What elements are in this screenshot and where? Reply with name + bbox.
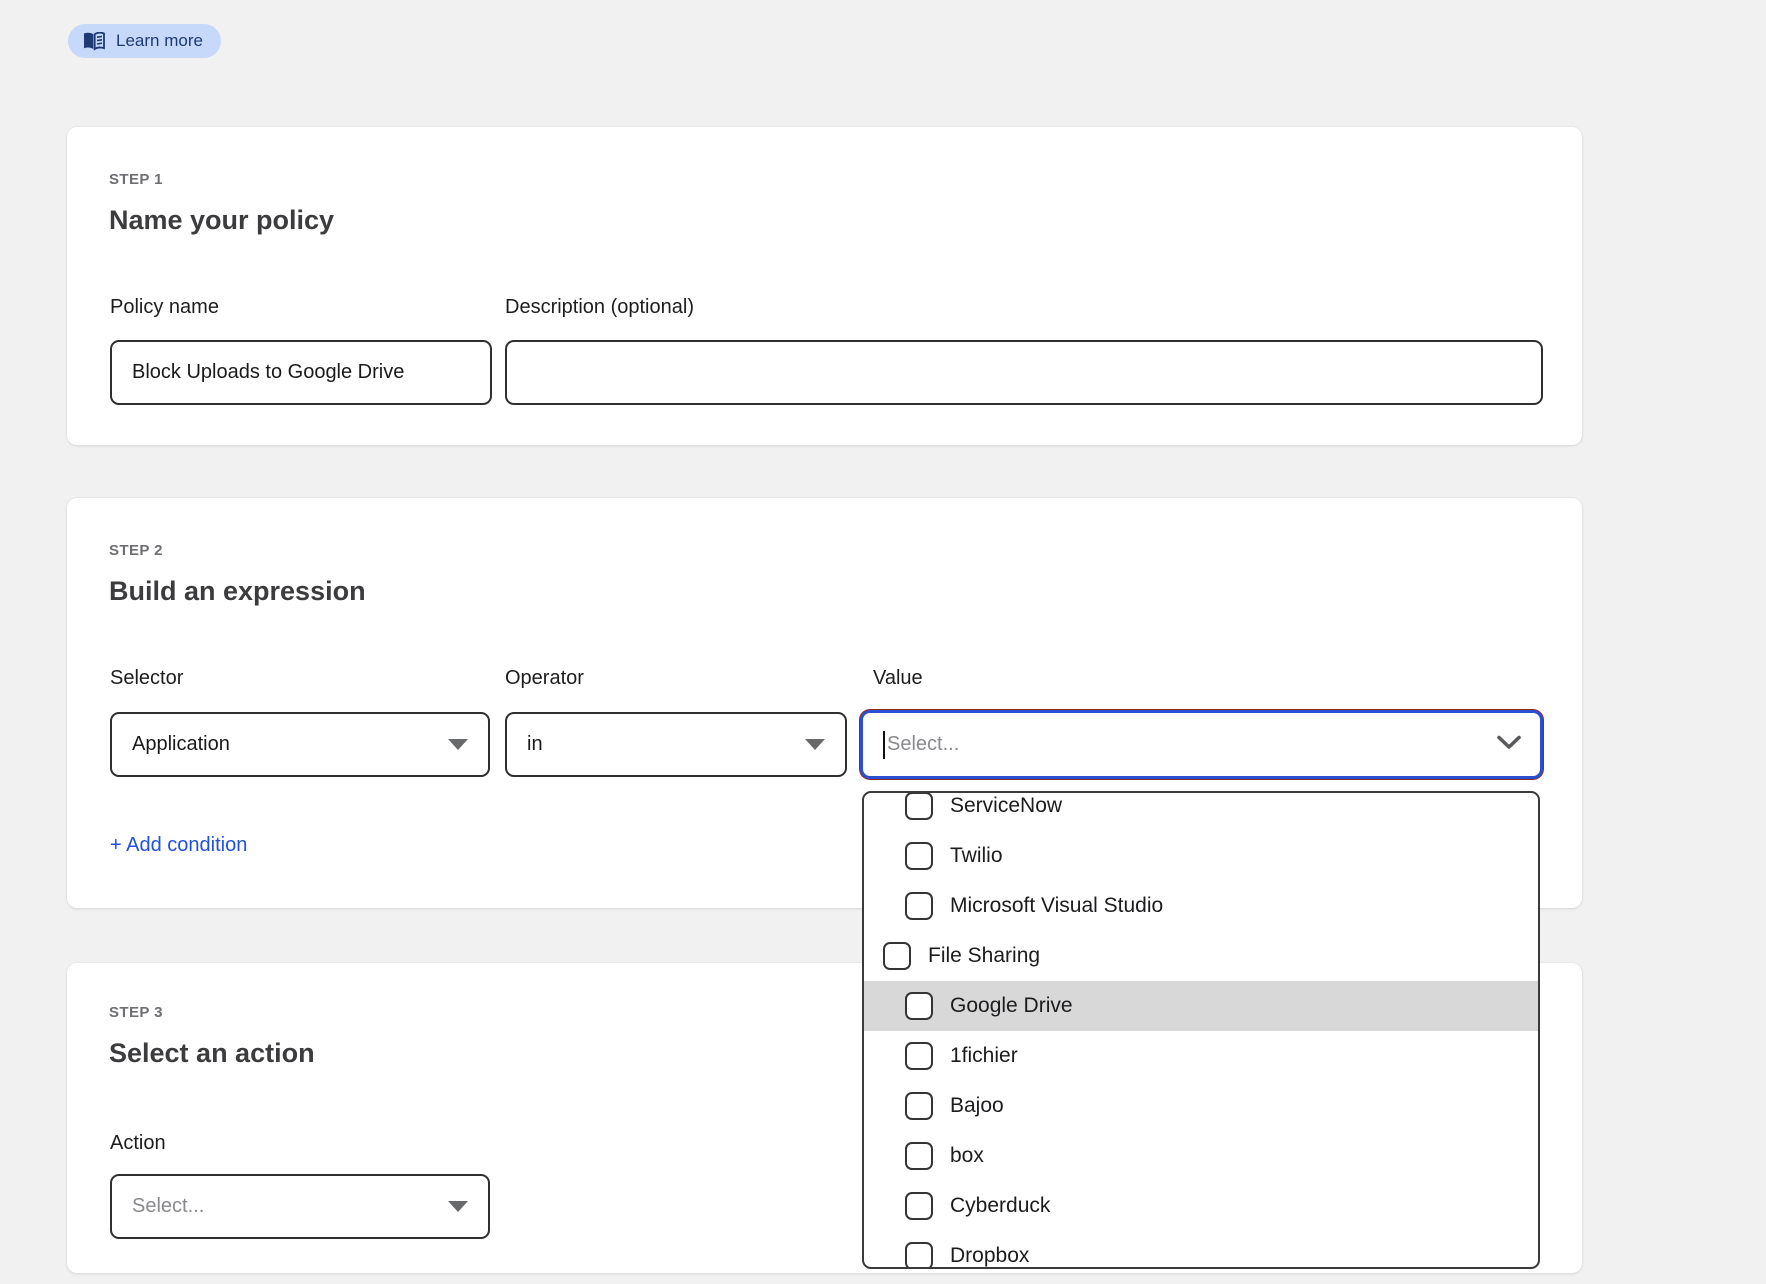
option-label: Microsoft Visual Studio bbox=[950, 894, 1163, 918]
checkbox[interactable] bbox=[905, 1242, 933, 1269]
dropdown-option-google-drive[interactable]: Google Drive bbox=[864, 981, 1538, 1031]
value-dropdown-panel: ServiceNow Twilio Microsoft Visual Studio F… bbox=[862, 791, 1540, 1269]
dropdown-option-1fichier[interactable]: 1fichier bbox=[864, 1031, 1538, 1081]
option-label: File Sharing bbox=[928, 944, 1040, 968]
policy-name-input[interactable] bbox=[132, 361, 470, 384]
dropdown-option-dropbox[interactable]: Dropbox bbox=[864, 1231, 1538, 1269]
value-combobox[interactable]: Select... bbox=[860, 710, 1543, 779]
checkbox[interactable] bbox=[905, 1092, 933, 1120]
step3-title: Select an action bbox=[109, 1038, 315, 1069]
option-label: 1fichier bbox=[950, 1044, 1018, 1068]
checkbox[interactable] bbox=[905, 992, 933, 1020]
dropdown-arrow-icon bbox=[448, 739, 468, 750]
step1-label: STEP 1 bbox=[109, 171, 163, 188]
option-label: ServiceNow bbox=[950, 794, 1062, 818]
option-label: box bbox=[950, 1144, 984, 1168]
action-label: Action bbox=[110, 1132, 166, 1155]
step2-title: Build an expression bbox=[109, 576, 366, 607]
step3-label: STEP 3 bbox=[109, 1004, 163, 1021]
learn-more-button[interactable]: Learn more bbox=[68, 24, 221, 58]
checkbox[interactable] bbox=[883, 942, 911, 970]
operator-dropdown[interactable]: in bbox=[505, 712, 847, 777]
dropdown-arrow-icon bbox=[805, 739, 825, 750]
dropdown-option-microsoft-visual-studio[interactable]: Microsoft Visual Studio bbox=[864, 881, 1538, 931]
operator-value: in bbox=[527, 733, 543, 756]
step1-title: Name your policy bbox=[109, 205, 334, 236]
dropdown-option-box[interactable]: box bbox=[864, 1131, 1538, 1181]
operator-label: Operator bbox=[505, 667, 584, 690]
option-label: Cyberduck bbox=[950, 1194, 1050, 1218]
checkbox[interactable] bbox=[905, 1192, 933, 1220]
action-dropdown[interactable]: Select... bbox=[110, 1174, 490, 1239]
dropdown-option-servicenow[interactable]: ServiceNow bbox=[864, 791, 1538, 831]
policy-name-label: Policy name bbox=[110, 296, 219, 319]
dropdown-option-twilio[interactable]: Twilio bbox=[864, 831, 1538, 881]
option-label: Twilio bbox=[950, 844, 1003, 868]
checkbox[interactable] bbox=[905, 792, 933, 820]
chevron-down-icon bbox=[1496, 733, 1522, 756]
option-label: Dropbox bbox=[950, 1244, 1029, 1268]
description-field[interactable] bbox=[505, 340, 1543, 405]
checkbox[interactable] bbox=[905, 1142, 933, 1170]
policy-builder-page: Learn more STEP 1 Name your policy Polic… bbox=[0, 0, 1766, 1284]
selector-label: Selector bbox=[110, 667, 183, 690]
selector-value: Application bbox=[132, 733, 230, 756]
option-label: Google Drive bbox=[950, 994, 1073, 1018]
checkbox[interactable] bbox=[905, 892, 933, 920]
dropdown-option-file-sharing[interactable]: File Sharing bbox=[864, 931, 1538, 981]
checkbox[interactable] bbox=[905, 1042, 933, 1070]
dropdown-arrow-icon bbox=[448, 1201, 468, 1212]
book-icon bbox=[82, 32, 106, 51]
value-placeholder: Select... bbox=[887, 733, 1496, 756]
checkbox[interactable] bbox=[905, 842, 933, 870]
option-label: Bajoo bbox=[950, 1094, 1004, 1118]
value-option-list: ServiceNow Twilio Microsoft Visual Studio F… bbox=[864, 791, 1538, 1269]
policy-name-field[interactable] bbox=[110, 340, 492, 405]
value-label: Value bbox=[873, 667, 923, 690]
text-caret bbox=[883, 731, 885, 759]
description-input[interactable] bbox=[527, 361, 1521, 384]
add-condition-link[interactable]: + Add condition bbox=[110, 834, 247, 857]
dropdown-option-cyberduck[interactable]: Cyberduck bbox=[864, 1181, 1538, 1231]
learn-more-label: Learn more bbox=[116, 31, 203, 51]
action-placeholder: Select... bbox=[132, 1195, 204, 1218]
dropdown-option-bajoo[interactable]: Bajoo bbox=[864, 1081, 1538, 1131]
description-label: Description (optional) bbox=[505, 296, 694, 319]
step2-label: STEP 2 bbox=[109, 542, 163, 559]
selector-dropdown[interactable]: Application bbox=[110, 712, 490, 777]
